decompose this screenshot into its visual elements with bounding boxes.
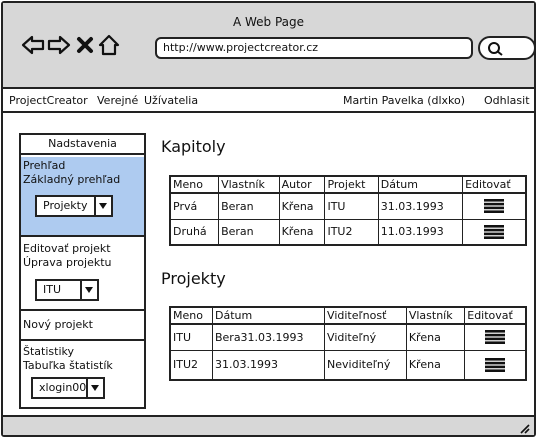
edit-cell [462, 218, 527, 246]
sidebar-overview-label: Prehľad [23, 159, 66, 172]
resize-grip-icon[interactable] [518, 422, 530, 434]
home-icon[interactable] [97, 33, 121, 57]
table-cell: ITU2 [169, 349, 213, 381]
table-row: ITU2 31.03.1993 Neviditeľný Křena [169, 349, 527, 381]
table-cell: Křena [278, 218, 326, 246]
sidebar-section-overview[interactable]: Prehľad Základný prehľad Projekty [21, 157, 144, 237]
address-bar[interactable]: http://www.projectcreator.cz [155, 37, 473, 59]
window-title: A Web Page [232, 15, 305, 29]
table-cell: Křena [405, 349, 466, 381]
search-field[interactable] [478, 36, 536, 60]
column-header: Editovať [462, 175, 527, 194]
projects-table: Meno Dátum Viditeľnosť Vlastník Editovať… [169, 306, 527, 381]
sidebar-edit-sublabel: Úprava projektu [23, 256, 112, 269]
menu-item-users[interactable]: Užívatelia [144, 91, 198, 111]
column-header: Meno [169, 306, 213, 325]
table-cell: Křena [405, 323, 466, 351]
table-cell: Prvá [169, 192, 220, 220]
column-header: Dátum [377, 175, 464, 194]
overview-select[interactable]: Projekty [35, 195, 113, 217]
column-header: Dátum [211, 306, 326, 325]
table-cell: Beran [218, 218, 280, 246]
sidebar-section-statistics[interactable]: Štatistiky Tabuľka štatistík xlogin00 [21, 341, 144, 407]
search-icon [488, 42, 503, 56]
top-menu-bar: ProjectCreator Verejné Užívatelia Martin… [3, 91, 534, 113]
edit-cell [464, 349, 527, 381]
chevron-down-icon [94, 197, 111, 215]
sidebar-stats-sublabel: Tabuľka štatistík [23, 359, 113, 372]
list-edit-icon[interactable] [484, 224, 505, 239]
project-select-value: ITU [43, 283, 62, 296]
chevron-down-icon [80, 281, 97, 299]
browser-window: A Web Page http://www.projectcreator.cz … [1, 1, 536, 437]
column-header: Projekt [324, 175, 379, 194]
table-cell: 11.03.1993 [377, 218, 464, 246]
table-cell: Neviditeľný [324, 349, 407, 381]
chapters-heading: Kapitoly [161, 137, 226, 156]
projects-heading: Projekty [161, 269, 226, 288]
login-select-value: xlogin00 [39, 381, 87, 394]
table-cell: Beran [218, 192, 280, 220]
list-edit-icon[interactable] [485, 357, 506, 372]
table-cell: Druhá [169, 218, 220, 246]
stop-icon[interactable] [73, 33, 97, 57]
table-cell: Viditeľný [324, 323, 407, 351]
column-header: Vlastník [405, 306, 466, 325]
table-cell: ITU [169, 323, 213, 351]
projects-header-row: Meno Dátum Viditeľnosť Vlastník Editovať [169, 306, 527, 325]
logout-link[interactable]: Odhlasit [484, 91, 530, 111]
list-edit-icon[interactable] [484, 199, 505, 214]
chapters-header-row: Meno Vlastník Autor Projekt Dátum Editov… [169, 175, 527, 194]
column-header: Viditeľnosť [324, 306, 407, 325]
sidebar-new-project-label: Nový projekt [23, 318, 93, 331]
edit-cell [464, 323, 527, 351]
menu-item-public[interactable]: Verejné [97, 91, 138, 111]
table-row: Druhá Beran Křena ITU2 11.03.1993 [169, 218, 527, 246]
table-cell: 31.03.1993 [377, 192, 464, 220]
settings-sidebar: Nadstavenia Prehľad Základný prehľad Pro… [19, 133, 146, 409]
sidebar-stats-label: Štatistiky [23, 345, 74, 358]
table-cell: ITU [324, 192, 379, 220]
edit-cell [462, 192, 527, 220]
login-select[interactable]: xlogin00 [31, 377, 105, 399]
back-icon[interactable] [21, 33, 45, 57]
browser-titlebar: A Web Page http://www.projectcreator.cz [3, 3, 536, 89]
table-cell: Křena [278, 192, 326, 220]
sidebar-section-edit-project[interactable]: Editovať projekt Úprava projektu ITU [21, 237, 144, 311]
list-edit-icon[interactable] [485, 330, 506, 345]
column-header: Autor [278, 175, 326, 194]
menu-brand-link[interactable]: ProjectCreator [9, 91, 88, 111]
browser-statusbar [3, 415, 534, 435]
table-cell: 31.03.1993 [211, 349, 326, 381]
table-cell: ITU2 [324, 218, 379, 246]
table-row: ITU Bera31.03.1993 Viditeľný Křena [169, 323, 527, 351]
column-header: Meno [169, 175, 220, 194]
sidebar-item-new-project[interactable]: Nový projekt [21, 311, 144, 341]
column-header: Vlastník [218, 175, 280, 194]
project-select[interactable]: ITU [35, 279, 99, 301]
sidebar-title: Nadstavenia [21, 135, 144, 155]
chevron-down-icon [86, 379, 103, 397]
table-row: Prvá Beran Křena ITU 31.03.1993 [169, 192, 527, 220]
sidebar-overview-sublabel: Základný prehľad [23, 173, 121, 186]
sidebar-edit-label: Editovať projekt [23, 242, 111, 255]
current-user: Martin Pavelka (dlxko) [343, 94, 466, 107]
overview-select-value: Projekty [43, 199, 88, 212]
chapters-table: Meno Vlastník Autor Projekt Dátum Editov… [169, 175, 527, 246]
forward-icon[interactable] [47, 33, 71, 57]
table-cell: Bera31.03.1993 [211, 323, 326, 351]
column-header: Editovať [464, 306, 527, 325]
